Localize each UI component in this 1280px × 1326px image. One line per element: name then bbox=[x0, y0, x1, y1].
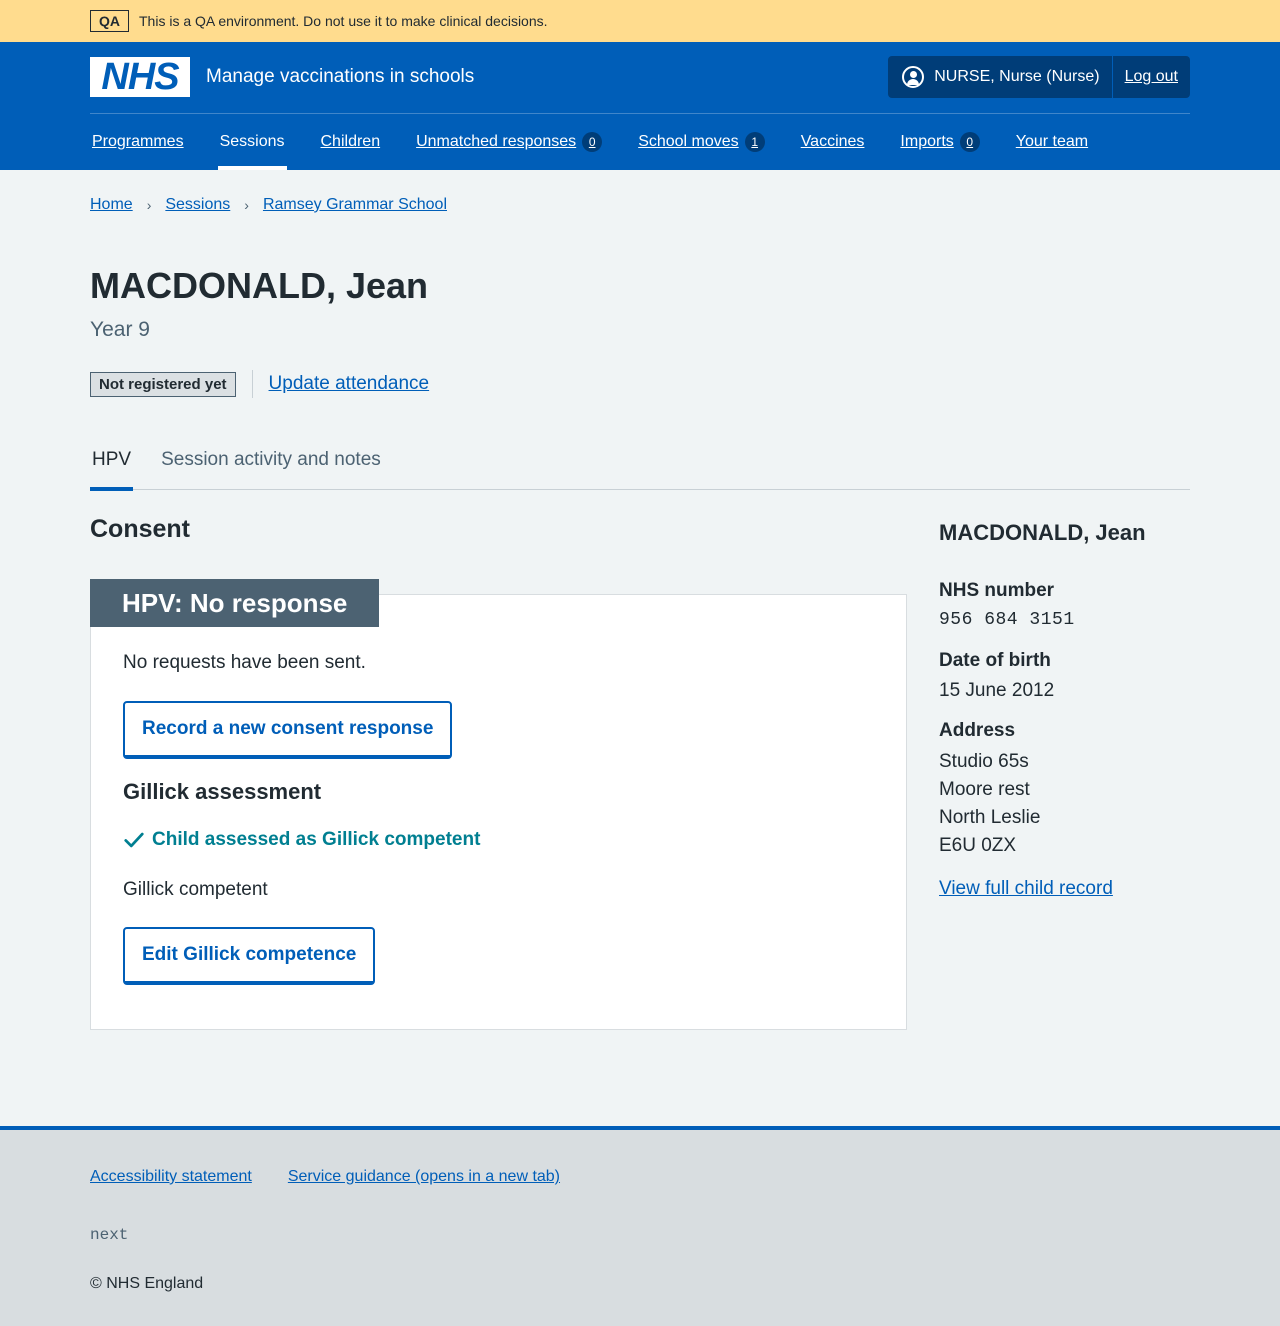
address-line: Moore rest bbox=[939, 779, 1030, 800]
gillick-text: Gillick competent bbox=[123, 879, 268, 900]
consent-heading: Consent bbox=[90, 515, 190, 543]
record-consent-button[interactable]: Record a new consent response bbox=[123, 701, 453, 759]
nav-count-badge: 1 bbox=[744, 132, 765, 152]
site-header: NHS Manage vaccinations in schools NURSE… bbox=[0, 42, 1280, 170]
edit-gillick-button[interactable]: Edit Gillick competence bbox=[123, 927, 376, 985]
user-name: NURSE, Nurse (Nurse) bbox=[934, 68, 1100, 85]
breadcrumb: Home › Sessions › Ramsey Grammar School bbox=[90, 196, 447, 214]
nav-count-badge: 0 bbox=[582, 132, 603, 152]
nav-item-your-team[interactable]: Your team bbox=[1014, 114, 1090, 170]
primary-nav: Programmes Sessions Children Unmatched r… bbox=[90, 114, 1122, 170]
address-value: Studio 65s Moore rest North Leslie E6U 0… bbox=[939, 748, 1189, 860]
year-group: Year 9 bbox=[90, 318, 150, 341]
site-footer: Accessibility statement Service guidance… bbox=[0, 1126, 1280, 1326]
nav-item-vaccines[interactable]: Vaccines bbox=[799, 114, 867, 170]
logout-link[interactable]: Log out bbox=[1113, 68, 1190, 86]
gillick-status: Child assessed as Gillick competent bbox=[123, 829, 883, 851]
summary-child-name: MACDONALD, Jean bbox=[939, 520, 1146, 545]
gillick-status-text: Child assessed as Gillick competent bbox=[152, 829, 481, 850]
tab-session-activity[interactable]: Session activity and notes bbox=[159, 430, 383, 490]
page-title: MACDONALD, Jean bbox=[90, 265, 429, 306]
environment-label: next bbox=[90, 1226, 129, 1244]
nav-item-programmes[interactable]: Programmes bbox=[90, 114, 186, 170]
address-label: Address bbox=[939, 720, 1016, 741]
breadcrumb-home[interactable]: Home bbox=[90, 196, 133, 214]
user-circle-icon bbox=[902, 66, 925, 88]
update-attendance-link[interactable]: Update attendance bbox=[269, 373, 430, 395]
chevron-right-icon: › bbox=[244, 197, 249, 213]
address-line: North Leslie bbox=[939, 807, 1041, 828]
chevron-right-icon: › bbox=[146, 197, 152, 213]
breadcrumb-school[interactable]: Ramsey Grammar School bbox=[263, 196, 447, 214]
consent-card-title: HPV: No response bbox=[90, 579, 380, 627]
copyright: © NHS England bbox=[90, 1275, 204, 1292]
registration-status-badge: Not registered yet bbox=[90, 371, 236, 397]
nav-item-imports[interactable]: Imports 0 bbox=[898, 114, 981, 170]
tab-list: HPV Session activity and notes bbox=[90, 430, 1190, 491]
address-line: Studio 65s bbox=[939, 751, 1029, 772]
qa-message: This is a QA environment. Do not use it … bbox=[139, 13, 548, 29]
nav-item-sessions[interactable]: Sessions bbox=[217, 114, 287, 170]
requests-text: No requests have been sent. bbox=[123, 652, 366, 673]
view-child-record-link[interactable]: View full child record bbox=[939, 878, 1189, 900]
consent-card-body: No requests have been sent. Record a new… bbox=[123, 652, 883, 985]
breadcrumb-sessions[interactable]: Sessions bbox=[165, 196, 230, 214]
account-user: NURSE, Nurse (Nurse) bbox=[888, 56, 1113, 98]
footer-links: Accessibility statement Service guidance… bbox=[90, 1168, 596, 1186]
nav-item-children[interactable]: Children bbox=[319, 114, 383, 170]
divider bbox=[251, 370, 253, 398]
qa-banner: QA This is a QA environment. Do not use … bbox=[0, 0, 1280, 42]
account-menu: NURSE, Nurse (Nurse) Log out bbox=[888, 56, 1190, 98]
address-line: E6U 0ZX bbox=[939, 835, 1017, 856]
nhs-logo[interactable]: NHS bbox=[90, 56, 190, 98]
header-top: NHS Manage vaccinations in schools NURSE… bbox=[90, 56, 1190, 98]
status-row: Not registered yet Update attendance bbox=[90, 370, 429, 398]
dob-value: 15 June 2012 bbox=[939, 680, 1055, 701]
nhs-number-value: 956 684 3151 bbox=[939, 610, 1075, 630]
nav-item-unmatched-responses[interactable]: Unmatched responses 0 bbox=[414, 114, 604, 170]
child-summary: MACDONALD, Jean NHS number 956 684 3151 … bbox=[939, 520, 1189, 900]
qa-tag: QA bbox=[90, 10, 129, 32]
gillick-heading: Gillick assessment bbox=[123, 779, 322, 804]
tick-icon bbox=[124, 832, 144, 848]
service-guidance-link[interactable]: Service guidance (opens in a new tab) bbox=[288, 1168, 560, 1186]
accessibility-statement-link[interactable]: Accessibility statement bbox=[90, 1168, 252, 1186]
service-name[interactable]: Manage vaccinations in schools bbox=[206, 66, 474, 88]
nhs-number-label: NHS number bbox=[939, 580, 1055, 601]
nav-count-badge: 0 bbox=[959, 132, 980, 152]
nav-item-school-moves[interactable]: School moves 1 bbox=[636, 114, 767, 170]
dob-label: Date of birth bbox=[939, 650, 1051, 671]
tab-hpv[interactable]: HPV bbox=[90, 430, 134, 491]
